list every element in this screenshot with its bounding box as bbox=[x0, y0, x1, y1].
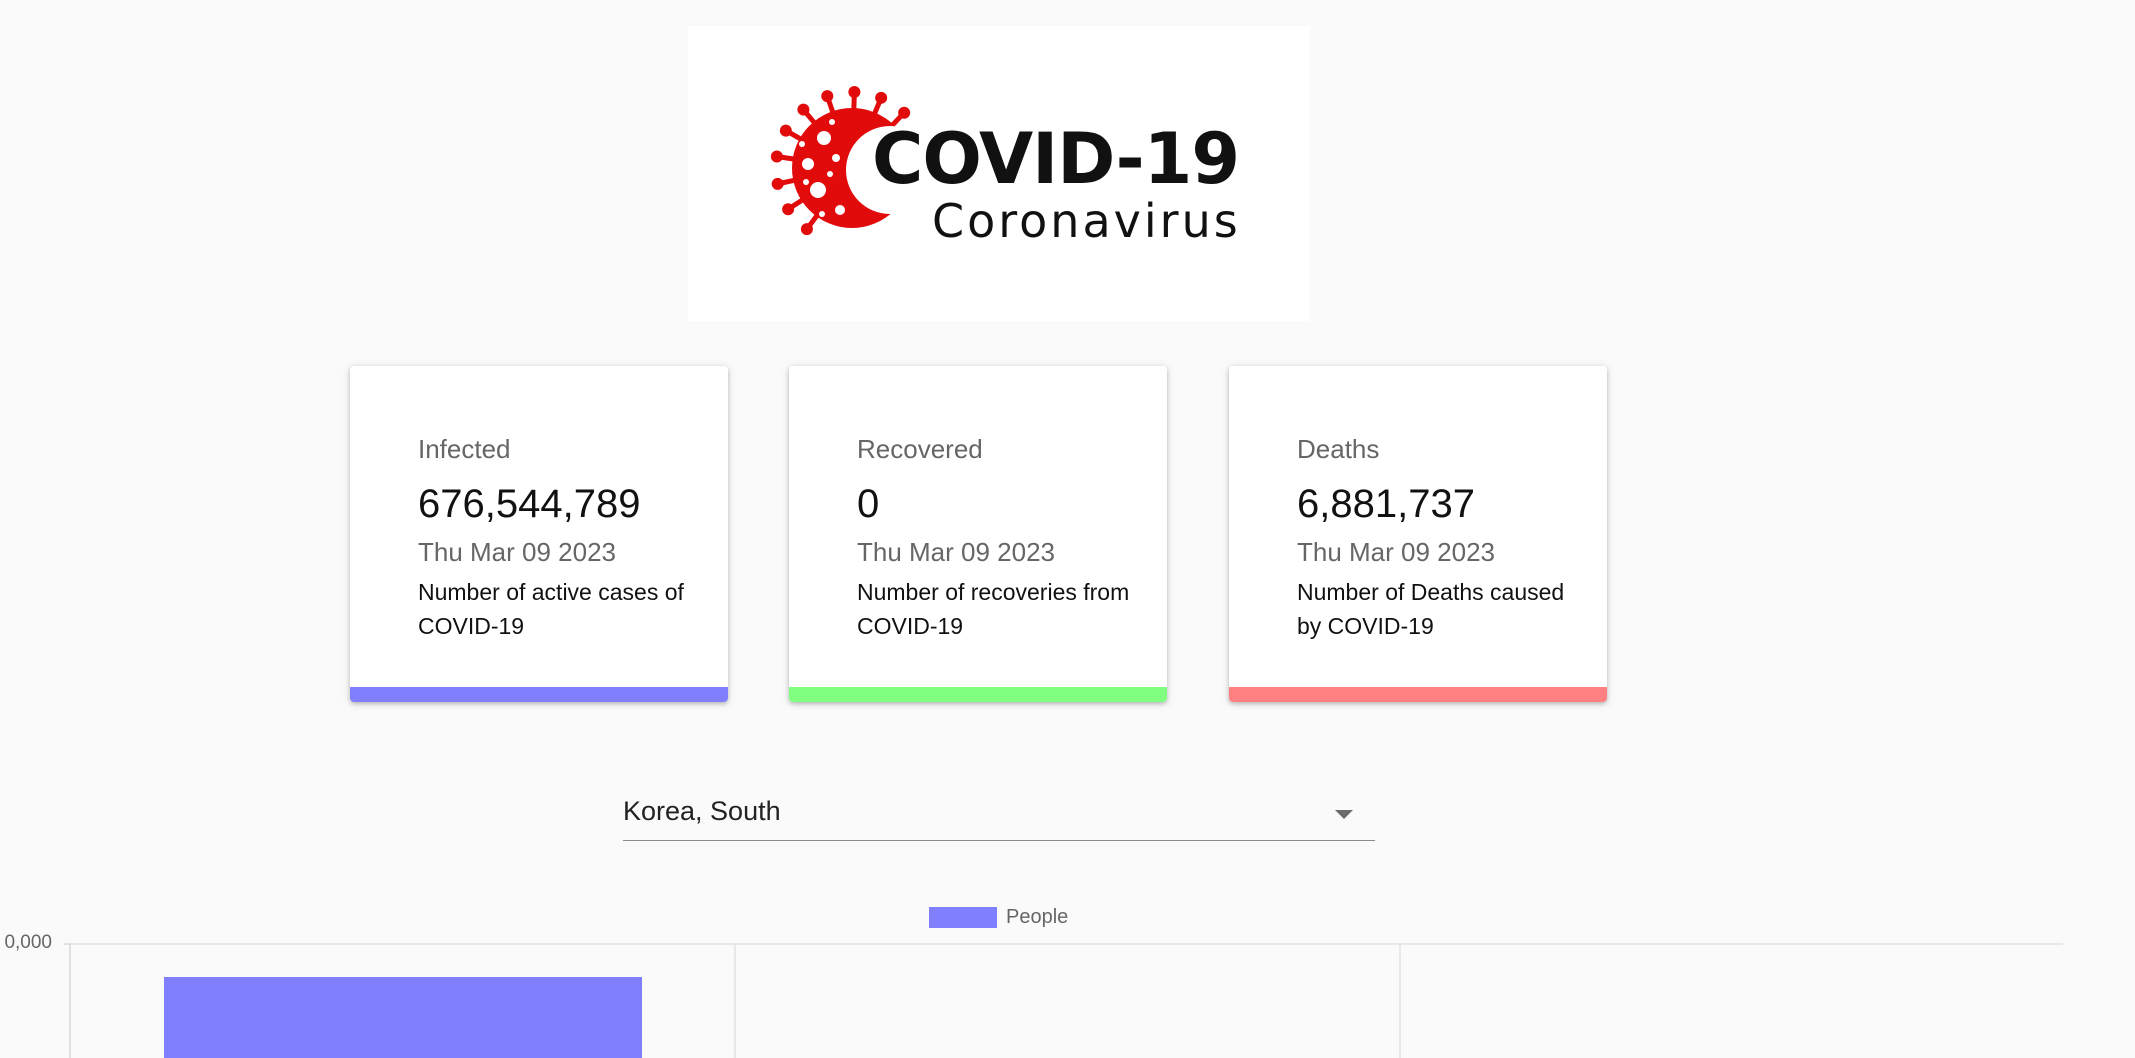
card-description: Number of Deaths caused by COVID-19 bbox=[1297, 579, 1565, 639]
virus-spike-knob bbox=[898, 106, 911, 119]
logo-title: COVID-19 bbox=[872, 118, 1240, 200]
card-date: Thu Mar 09 2023 bbox=[418, 537, 617, 567]
card-description: Number of active cases of COVID-19 bbox=[418, 579, 684, 639]
virus-spike-knob bbox=[779, 124, 792, 137]
card-label: Infected bbox=[418, 434, 511, 464]
virus-spike-knob bbox=[821, 90, 834, 103]
virus-spike-knob bbox=[800, 223, 813, 236]
card-color-bar bbox=[350, 687, 728, 702]
covid-dashboard: COVID-19 Coronavirus Infected 676,544,78… bbox=[0, 0, 2135, 1058]
card-color-bar bbox=[1229, 687, 1607, 702]
bar-chart bbox=[64, 943, 2063, 1058]
logo-subtitle: Coronavirus bbox=[932, 194, 1241, 248]
infected-card: Infected 676,544,789 Thu Mar 09 2023 Num… bbox=[350, 366, 728, 702]
virus-spike-knob bbox=[770, 150, 783, 163]
virus-spike-knob bbox=[875, 91, 888, 104]
card-color-bar bbox=[789, 687, 1167, 702]
card-date: Thu Mar 09 2023 bbox=[857, 537, 1056, 567]
card-value: 6,881,737 bbox=[1297, 482, 1475, 526]
country-select[interactable]: Korea, South bbox=[623, 790, 1375, 841]
card-label: Deaths bbox=[1297, 434, 1380, 464]
card-date: Thu Mar 09 2023 bbox=[1297, 537, 1496, 567]
virus-spike-knob bbox=[797, 103, 810, 116]
chevron-down-icon[interactable] bbox=[1335, 810, 1353, 819]
virus-spike-knob bbox=[848, 86, 861, 99]
virus-spike-knob bbox=[771, 177, 784, 190]
country-select-value: Korea, South bbox=[623, 796, 781, 826]
recovered-card: Recovered 0 Thu Mar 09 2023 Number of re… bbox=[789, 366, 1167, 702]
deaths-card: Deaths 6,881,737 Thu Mar 09 2023 Number … bbox=[1229, 366, 1607, 702]
virus-spike-knob bbox=[782, 203, 795, 216]
card-value: 0 bbox=[857, 482, 880, 526]
card-label: Recovered bbox=[857, 434, 983, 464]
card-value: 676,544,789 bbox=[418, 482, 641, 526]
bar bbox=[164, 977, 642, 1058]
card-description: Number of recoveries from COVID-19 bbox=[857, 579, 1130, 639]
